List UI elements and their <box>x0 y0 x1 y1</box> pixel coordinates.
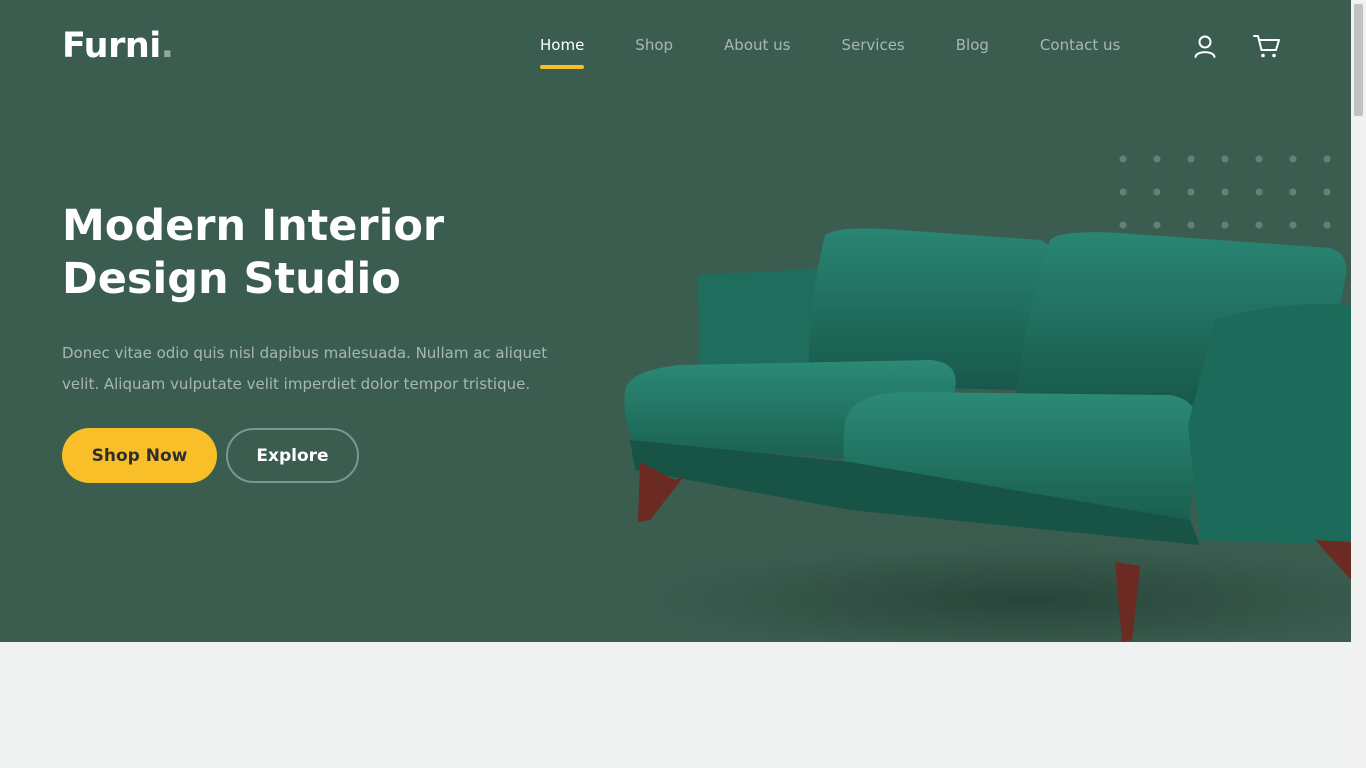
brand-logo[interactable]: Furni. <box>62 26 174 66</box>
page-scrollbar[interactable] <box>1351 0 1366 768</box>
user-icon[interactable] <box>1192 32 1220 60</box>
shop-now-button[interactable]: Shop Now <box>62 428 217 483</box>
nav-item-contact-us[interactable]: Contact us <box>1040 36 1120 54</box>
next-section <box>0 642 1351 768</box>
cart-icon[interactable] <box>1253 32 1281 60</box>
explore-button[interactable]: Explore <box>226 428 359 483</box>
nav-item-about-us[interactable]: About us <box>724 36 790 54</box>
hero-title: Modern Interior Design Studio <box>62 201 445 304</box>
nav-item-blog[interactable]: Blog <box>956 36 989 54</box>
sofa-image <box>624 228 1351 642</box>
hero-section: Furni. Home Shop About us Services Blog … <box>0 0 1351 642</box>
nav-item-home[interactable]: Home <box>540 36 585 69</box>
main-nav: Home Shop About us Services Blog Contact… <box>540 36 1171 69</box>
nav-item-services[interactable]: Services <box>841 36 904 54</box>
scrollbar-thumb[interactable] <box>1354 4 1363 116</box>
hero-description: Donec vitae odio quis nisl dapibus males… <box>62 344 548 393</box>
nav-item-shop[interactable]: Shop <box>635 36 673 54</box>
